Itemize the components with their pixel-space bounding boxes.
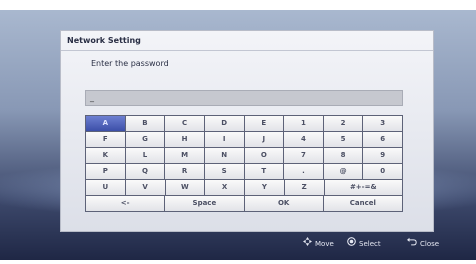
key-period[interactable]: . <box>284 164 323 179</box>
hint-move: Move <box>303 237 334 248</box>
key-q[interactable]: Q <box>125 164 165 179</box>
key-i[interactable]: I <box>204 132 244 147</box>
ok-button[interactable]: OK <box>244 196 323 211</box>
cancel-button[interactable]: Cancel <box>323 196 402 211</box>
key-1[interactable]: 1 <box>284 116 323 131</box>
key-m[interactable]: M <box>165 148 204 163</box>
key-5[interactable]: 5 <box>323 132 363 147</box>
key-j[interactable]: J <box>244 132 284 147</box>
virtual-keyboard: A B C D E 1 2 3 F G H I J 4 5 6 K L M N … <box>85 115 403 212</box>
space-key[interactable]: Space <box>165 196 244 211</box>
hint-select-label: Select <box>359 240 381 248</box>
key-h[interactable]: H <box>165 132 204 147</box>
key-g[interactable]: G <box>125 132 165 147</box>
hint-close: Close <box>407 237 439 248</box>
hint-close-label: Close <box>420 240 440 248</box>
return-icon <box>407 237 417 248</box>
key-b[interactable]: B <box>125 116 165 131</box>
key-x[interactable]: X <box>205 180 244 195</box>
dpad-icon <box>303 237 312 248</box>
key-3[interactable]: 3 <box>363 116 402 131</box>
key-n[interactable]: N <box>204 148 244 163</box>
key-0[interactable]: 0 <box>363 164 402 179</box>
keyboard-row-3: K L M N O 7 8 9 <box>86 148 402 163</box>
key-w[interactable]: W <box>165 180 205 195</box>
enter-button-icon <box>347 237 356 248</box>
key-u[interactable]: U <box>86 180 125 195</box>
keyboard-row-1: A B C D E 1 2 3 <box>86 116 402 131</box>
key-l[interactable]: L <box>125 148 165 163</box>
key-d[interactable]: D <box>204 116 244 131</box>
key-z[interactable]: Z <box>284 180 324 195</box>
keyboard-row-2: F G H I J 4 5 6 <box>86 132 402 147</box>
key-p[interactable]: P <box>86 164 125 179</box>
key-a[interactable]: A <box>86 116 125 131</box>
key-f[interactable]: F <box>86 132 125 147</box>
key-c[interactable]: C <box>165 116 204 131</box>
dialog-title: Network Setting <box>67 36 141 45</box>
key-9[interactable]: 9 <box>363 148 402 163</box>
backspace-key[interactable]: <- <box>86 196 165 211</box>
keyboard-row-4: P Q R S T . @ 0 <box>86 164 402 179</box>
password-field[interactable]: _ <box>85 90 403 106</box>
title-divider <box>61 50 433 51</box>
key-r[interactable]: R <box>165 164 204 179</box>
key-v[interactable]: V <box>125 180 165 195</box>
hint-select: Select <box>347 237 381 248</box>
password-prompt: Enter the password <box>91 59 169 68</box>
key-t[interactable]: T <box>244 164 284 179</box>
key-s[interactable]: S <box>204 164 244 179</box>
tv-screen: Network Setting Enter the password _ A B… <box>0 10 476 260</box>
key-at[interactable]: @ <box>323 164 363 179</box>
key-4[interactable]: 4 <box>284 132 323 147</box>
key-o[interactable]: O <box>244 148 284 163</box>
key-6[interactable]: 6 <box>363 132 402 147</box>
key-2[interactable]: 2 <box>323 116 363 131</box>
hint-move-label: Move <box>315 240 334 248</box>
key-y[interactable]: Y <box>245 180 284 195</box>
symbols-key[interactable]: #+-=& <box>324 180 402 195</box>
key-e[interactable]: E <box>244 116 284 131</box>
keyboard-row-6: <- Space OK Cancel <box>86 196 402 211</box>
network-setting-dialog: Network Setting Enter the password _ A B… <box>60 30 434 232</box>
keyboard-row-5: U V W X Y Z #+-=& <box>86 180 402 195</box>
key-7[interactable]: 7 <box>284 148 323 163</box>
key-k[interactable]: K <box>86 148 125 163</box>
key-8[interactable]: 8 <box>323 148 363 163</box>
